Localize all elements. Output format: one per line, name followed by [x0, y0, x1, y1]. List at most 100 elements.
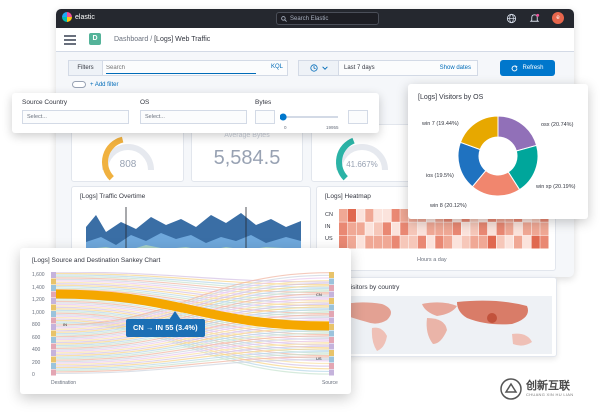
heatmap-row-cn: CN	[325, 212, 333, 218]
donut-slice-win-7[interactable]	[459, 115, 499, 151]
heatmap-cell	[365, 222, 374, 236]
sankey-source-node[interactable]	[329, 304, 334, 311]
breadcrumb-dashboard[interactable]: Dashboard	[114, 36, 148, 43]
heatmap-cell	[514, 222, 523, 236]
kql-language-toggle[interactable]: KQL	[271, 64, 283, 70]
sankey-destination-node[interactable]	[51, 272, 56, 278]
sankey-source-node[interactable]	[329, 343, 334, 350]
world-map	[327, 296, 552, 354]
os-select[interactable]: Select...	[140, 110, 247, 124]
heatmap-cell	[400, 222, 409, 236]
sankey-source-node[interactable]	[329, 356, 334, 363]
sankey-source-node[interactable]	[329, 285, 334, 291]
sankey-source-label: Source	[322, 380, 338, 386]
sankey-destination-node[interactable]	[51, 330, 56, 337]
sankey-source-node[interactable]	[329, 317, 334, 324]
heatmap-cell	[461, 222, 470, 236]
add-filter-link[interactable]: + Add filter	[90, 82, 119, 88]
sankey-source-node[interactable]	[329, 311, 334, 317]
elastic-logo[interactable]: elastic	[62, 12, 95, 22]
gauge-left-value: 808	[120, 159, 137, 170]
slice-label-win-7: win 7 (19.44%)	[422, 121, 459, 127]
bytes-range-slider[interactable]	[280, 110, 340, 124]
sankey-source-node[interactable]	[329, 278, 334, 285]
calendar-clock-icon	[309, 64, 318, 72]
sankey-source-node[interactable]	[329, 272, 334, 278]
sankey-destination-node[interactable]	[51, 317, 56, 324]
sankey-destination-node[interactable]	[51, 278, 56, 285]
bytes-max-input[interactable]	[348, 110, 368, 124]
quick-date-menu[interactable]	[299, 61, 339, 75]
query-search-input[interactable]	[106, 62, 256, 74]
sankey-source-node[interactable]	[329, 369, 334, 376]
screenshot-stage: elastic Search Elastic e D Dashboard / […	[0, 0, 600, 413]
os-donut-chart	[457, 115, 539, 197]
tooltip-arrow	[169, 311, 181, 320]
heatmap-title: [Logs] Heatmap	[325, 193, 371, 200]
user-avatar[interactable]: e	[552, 12, 564, 24]
donut-slice-osx[interactable]	[497, 115, 538, 152]
source-country-label: Source Country	[22, 99, 68, 106]
heatmap-cell	[347, 209, 356, 222]
brand-name: elastic	[75, 13, 95, 21]
help-globe-icon[interactable]	[506, 13, 517, 24]
average-bytes-label: Average Bytes	[224, 132, 270, 139]
heatmap-cell	[461, 235, 470, 249]
slice-label-osx: osx (20.74%)	[541, 122, 574, 128]
watermark-text: 创新互联	[526, 380, 570, 392]
global-search-input[interactable]: Search Elastic	[276, 12, 379, 25]
heatmap-x-label: Hours a day	[417, 257, 447, 263]
sankey-destination-node[interactable]	[51, 350, 56, 356]
sankey-destination-node[interactable]	[51, 363, 56, 369]
sankey-y-tick: 400	[32, 347, 41, 353]
notifications-icon[interactable]	[529, 13, 540, 24]
sankey-source-node[interactable]	[329, 350, 334, 356]
refresh-label: Refresh	[522, 65, 544, 71]
visitors-by-os-panel: [Logs] Visitors by OS osx (20.74%) win x…	[408, 84, 588, 219]
sankey-title: [Logs] Source and Destination Sankey Cha…	[32, 257, 161, 264]
sankey-y-tick: 200	[32, 359, 41, 366]
heatmap-cell	[531, 235, 540, 249]
bytes-slider-handle[interactable]	[280, 113, 287, 121]
bytes-min-input[interactable]	[255, 110, 275, 124]
heatmap-cell	[409, 222, 418, 236]
space-avatar[interactable]: D	[89, 33, 101, 45]
sankey-tooltip: CN → IN 55 (3.4%)	[126, 319, 205, 337]
filters-button[interactable]: Filters	[69, 61, 103, 75]
sankey-destination-node[interactable]	[51, 324, 56, 330]
menu-icon[interactable]	[64, 35, 76, 45]
sankey-source-node[interactable]	[329, 330, 334, 337]
heatmap-cell	[487, 235, 496, 249]
sankey-destination-node[interactable]	[51, 304, 56, 311]
slice-label-win-8: win 8 (20.12%)	[430, 203, 467, 209]
sankey-y-tick: 1,400	[32, 284, 45, 291]
heatmap-cell	[347, 222, 356, 236]
filter-toggle[interactable]	[72, 81, 86, 88]
heatmap-cell	[400, 235, 409, 249]
sankey-source-node[interactable]	[329, 324, 334, 330]
sankey-source-node[interactable]	[329, 363, 334, 369]
sankey-destination-node[interactable]	[51, 291, 56, 298]
heatmap-cell	[374, 209, 383, 222]
source-country-select[interactable]: Select...	[22, 110, 129, 124]
sankey-destination-node[interactable]	[51, 311, 56, 317]
sankey-destination-node[interactable]	[51, 298, 56, 304]
visitors-by-os-title: [Logs] Visitors by OS	[418, 94, 484, 101]
sankey-source-node[interactable]	[329, 337, 334, 343]
sankey-destination-node[interactable]	[51, 343, 56, 350]
query-bar: Filters KQL Last 7 days Show dates Refre…	[68, 60, 568, 77]
sankey-destination-node[interactable]	[51, 356, 56, 363]
sankey-destination-node[interactable]	[51, 369, 56, 376]
heatmap-cell	[347, 235, 356, 249]
sankey-destination-node[interactable]	[51, 285, 56, 291]
heatmap-cell	[374, 222, 383, 236]
date-range-text[interactable]: Last 7 days	[344, 65, 375, 71]
watermark-logo: 创新互联 CHUANG XIN HU LIAN	[500, 378, 573, 400]
sankey-source-node[interactable]	[329, 291, 334, 298]
show-dates-link[interactable]: Show dates	[440, 65, 471, 71]
sankey-destination-node[interactable]	[51, 337, 56, 343]
heatmap-cell	[391, 222, 400, 236]
heatmap-cell	[339, 235, 348, 249]
refresh-button[interactable]: Refresh	[500, 60, 555, 76]
sankey-source-node[interactable]	[329, 298, 334, 304]
